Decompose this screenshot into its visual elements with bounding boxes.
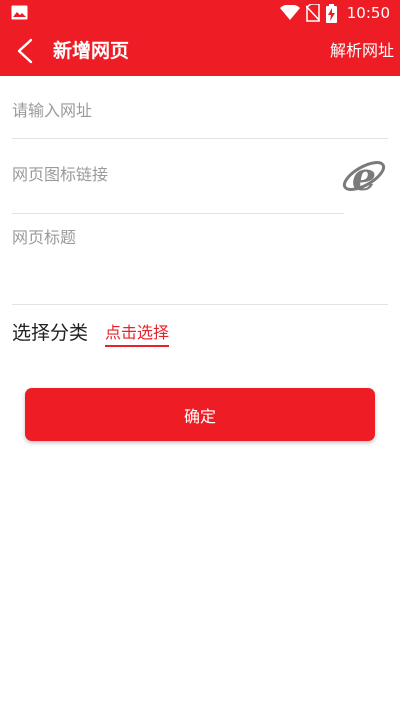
image-icon	[11, 5, 28, 20]
url-field-container	[12, 101, 388, 120]
battery-charging-icon	[325, 3, 337, 23]
app-bar: 新增网页 解析网址	[0, 26, 400, 76]
page-title: 新增网页	[53, 40, 130, 62]
svg-text:e: e	[352, 154, 376, 199]
category-label: 选择分类	[12, 322, 89, 344]
confirm-button[interactable]: 确定	[25, 388, 375, 441]
wifi-icon	[279, 5, 300, 20]
status-bar: 10:50	[0, 0, 400, 26]
ie-browser-icon[interactable]: e	[340, 150, 388, 200]
page-title-input[interactable]	[12, 228, 388, 247]
no-sim-icon	[305, 4, 320, 22]
status-time: 10:50	[346, 4, 390, 22]
divider	[12, 213, 344, 214]
page-title-field-container	[12, 228, 388, 247]
icon-link-input[interactable]	[12, 165, 332, 184]
divider	[12, 304, 388, 305]
icon-link-field-container	[12, 165, 332, 184]
back-arrow-icon[interactable]	[14, 38, 38, 64]
divider	[12, 138, 388, 139]
select-category-link[interactable]: 点击选择	[105, 322, 170, 347]
url-input[interactable]	[12, 101, 388, 120]
parse-url-button[interactable]: 解析网址	[330, 40, 394, 62]
